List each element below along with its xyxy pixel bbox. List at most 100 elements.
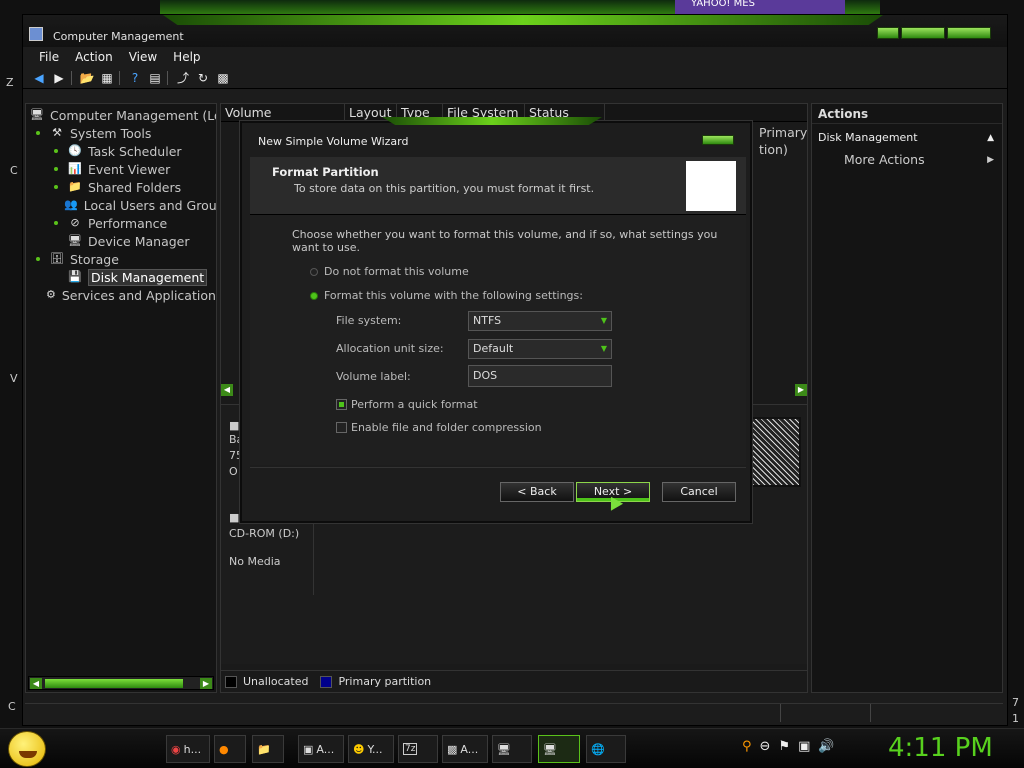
globe-icon: 🌐 [591, 742, 605, 756]
tree-item-disk-management[interactable]: 💾 Disk Management [26, 268, 216, 286]
tree-item-system-tools[interactable]: ⚒ System Tools [26, 124, 216, 142]
taskbar-button-chrome[interactable]: ◉ h... [166, 735, 210, 763]
tree-item-task-scheduler[interactable]: 🕓 Task Scheduler [26, 142, 216, 160]
folder-up-icon[interactable]: 📂 [79, 70, 95, 86]
file-system-select[interactable]: NTFS ▼ [468, 311, 612, 331]
quick-format-checkbox[interactable]: Perform a quick format [336, 398, 478, 411]
checkbox-unchecked-icon[interactable] [336, 422, 347, 433]
window-title: Computer Management [53, 30, 184, 43]
tree-item-storage[interactable]: 🗄 Storage [26, 250, 216, 268]
unallocated-partition-block[interactable] [751, 417, 801, 487]
actions-section-disk-management[interactable]: Disk Management ▲ [816, 128, 998, 148]
cancel-button[interactable]: Cancel [662, 482, 736, 502]
scroll-right-arrow-icon[interactable]: ▶ [200, 678, 212, 689]
tree-item-computer-management[interactable]: 🖥 Computer Management (Loc [26, 106, 216, 124]
show-hide-tree-icon[interactable]: ▦ [99, 70, 115, 86]
chevron-right-icon: ▶ [987, 155, 994, 165]
export-icon[interactable]: ⤴ [175, 70, 191, 86]
taskbar-button-app[interactable]: ▣ A... [298, 735, 344, 763]
volume-status-text: Primary tion) [759, 124, 807, 158]
taskbar-button-cmd[interactable]: ▩ A... [442, 735, 488, 763]
tree-item-label: System Tools [70, 125, 152, 141]
menu-view[interactable]: View [121, 50, 165, 64]
tree-item-services-and-applications[interactable]: ⚙ Services and Applications [26, 286, 216, 304]
refresh-icon[interactable]: ↻ [195, 70, 211, 86]
console-tree: 🖥 Computer Management (Loc ⚒ System Tool… [25, 103, 217, 693]
back-arrow-icon[interactable]: ◀ [31, 70, 47, 86]
file-system-label: File system: [336, 314, 402, 327]
wizard-header: Format Partition To store data on this p… [250, 157, 746, 215]
allocation-unit-size-label: Allocation unit size: [336, 342, 444, 355]
radio-label: Do not format this volume [324, 265, 469, 278]
menu-file[interactable]: File [31, 50, 67, 64]
minimize-button[interactable] [877, 27, 899, 39]
radio-format-volume[interactable]: Format this volume with the following se… [310, 289, 583, 302]
compression-checkbox[interactable]: Enable file and folder compression [336, 421, 542, 434]
status-segment [25, 704, 781, 722]
tree-item-performance[interactable]: ⊘ Performance [26, 214, 216, 232]
start-button-smiley-icon[interactable] [8, 731, 46, 767]
tree-horizontal-scrollbar[interactable]: ◀ ▶ [28, 676, 214, 690]
wizard-intro: Choose whether you want to format this v… [292, 228, 718, 254]
taskbar-button-yahoo[interactable]: ☻ Y... [348, 735, 394, 763]
expand-bullet-icon[interactable] [36, 131, 40, 135]
expand-bullet-icon[interactable] [54, 221, 58, 225]
checkbox-checked-icon[interactable] [336, 399, 347, 410]
system-tray: ⚲ ⊖ ⚑ ▣ 🔊 [742, 739, 835, 754]
back-button[interactable]: < Back [500, 482, 574, 502]
tree-item-local-users[interactable]: 👥 Local Users and Grou [26, 196, 216, 214]
expand-bullet-icon[interactable] [54, 185, 58, 189]
taskbar-button-7zip[interactable]: 7z [398, 735, 438, 763]
radio-on-icon[interactable] [310, 291, 318, 300]
taskbar-button-computer-management[interactable]: 🖥 [538, 735, 580, 763]
radio-do-not-format[interactable]: Do not format this volume [310, 265, 469, 278]
taskbar-button-firefox[interactable]: ● [214, 735, 246, 763]
scroll-left-arrow-icon[interactable]: ◀ [30, 678, 42, 689]
taskbar-button-network[interactable]: 🖥 [492, 735, 532, 763]
scroll-right-arrow-icon[interactable]: ▶ [795, 384, 807, 396]
close-button[interactable] [947, 27, 991, 39]
clock[interactable]: 4:11 PM [888, 733, 993, 763]
dialog-close-button[interactable] [702, 135, 734, 145]
computer-management-icon: 🖥 [30, 108, 44, 121]
expand-bullet-icon[interactable] [54, 167, 58, 171]
taskbar-button-globe[interactable]: 🌐 [586, 735, 626, 763]
collapse-up-icon[interactable]: ▲ [987, 128, 994, 148]
title-bar[interactable]: Computer Management [23, 15, 1007, 47]
search-icon[interactable]: ⚲ [742, 739, 752, 754]
disk-icon: 💾 [68, 270, 82, 283]
menu-action[interactable]: Action [67, 50, 121, 64]
tree-item-device-manager[interactable]: 🖥 Device Manager [26, 232, 216, 250]
network-tray-icon[interactable]: ▣ [798, 739, 810, 754]
expand-bullet-icon[interactable] [36, 257, 40, 261]
disk-legend: Unallocated Primary partition [221, 670, 807, 692]
minus-circle-icon[interactable]: ⊖ [760, 739, 771, 754]
tree-item-event-viewer[interactable]: 📊 Event Viewer [26, 160, 216, 178]
tree-item-shared-folders[interactable]: 📁 Shared Folders [26, 178, 216, 196]
cdrom-name: CD-ROM (D:) [229, 527, 300, 540]
help-icon[interactable]: ? [127, 70, 143, 86]
volume-icon[interactable]: 🔊 [818, 739, 834, 754]
expand-bullet-icon[interactable] [54, 149, 58, 153]
properties-icon[interactable]: ▤ [147, 70, 163, 86]
more-actions-item[interactable]: More Actions ▶ [812, 150, 1002, 170]
tree-item-label: Local Users and Grou [83, 197, 217, 213]
volume-label-input[interactable]: DOS [468, 365, 612, 387]
maximize-button[interactable] [901, 27, 945, 39]
menu-bar: File Action View Help [23, 47, 1007, 67]
allocation-unit-size-select[interactable]: Default ▼ [468, 339, 612, 359]
taskbar-button-explorer[interactable]: 📁 [252, 735, 284, 763]
yahoo-badge[interactable]: YAHOO! MES [675, 0, 845, 14]
firefox-icon: ● [219, 742, 229, 756]
dialog-title: New Simple Volume Wizard [258, 135, 409, 148]
scroll-left-arrow-icon[interactable]: ◀ [221, 384, 233, 396]
column-volume[interactable]: Volume [221, 104, 345, 121]
computer-management-icon [29, 27, 43, 41]
menu-help[interactable]: Help [165, 50, 208, 64]
taskbar-button-label: Y... [367, 742, 383, 756]
radio-off-icon[interactable] [310, 267, 318, 276]
forward-arrow-icon[interactable]: ▶ [51, 70, 67, 86]
security-flag-icon[interactable]: ⚑ [778, 739, 790, 754]
console-icon[interactable]: ▩ [215, 70, 231, 86]
scroll-thumb[interactable] [45, 679, 183, 688]
